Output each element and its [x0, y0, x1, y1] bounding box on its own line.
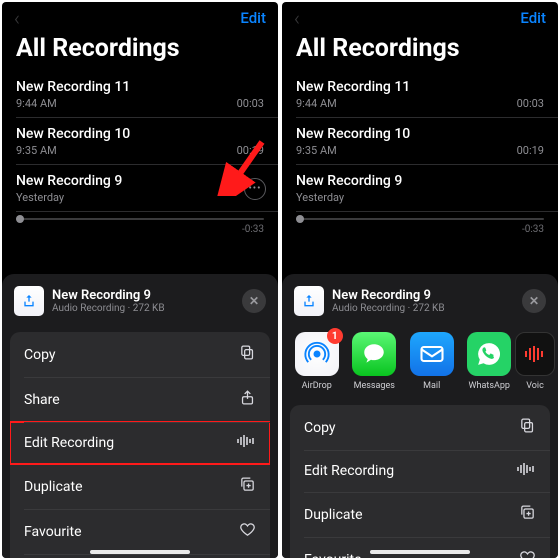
share-sheet: New Recording 9 Audio Recording · 272 KB…	[282, 274, 558, 558]
time-labels: -0:33	[296, 224, 544, 235]
copy-action[interactable]: Copy	[10, 332, 270, 377]
badge: 1	[327, 328, 343, 344]
recording-row[interactable]: New Recording 9 Yesterday •••	[2, 165, 278, 212]
back-icon[interactable]: ‹	[294, 6, 300, 30]
recording-row[interactable]: New Recording 10 9:35 AM 00:19	[2, 118, 278, 165]
playback-scrubber[interactable]: -0:33	[2, 212, 278, 245]
nav-bar: ‹ Edit	[2, 2, 278, 30]
airdrop-icon: 1	[295, 332, 339, 376]
whatsapp-icon	[467, 332, 511, 376]
recording-name: New Recording 11	[16, 79, 264, 95]
mail-app[interactable]: Mail	[409, 332, 455, 391]
messages-app[interactable]: Messages	[352, 332, 398, 391]
sheet-header: New Recording 9 Audio Recording · 272 KB…	[282, 284, 558, 326]
close-icon[interactable]: ✕	[242, 289, 266, 313]
screenshot-right: ‹ Edit All Recordings New Recording 11 9…	[282, 2, 558, 558]
playback-scrubber[interactable]: -0:33	[282, 212, 558, 245]
recording-row[interactable]: New Recording 9 Yesterday	[282, 165, 558, 212]
copy-icon	[239, 344, 256, 365]
sheet-title: New Recording 9	[332, 288, 445, 303]
home-indicator[interactable]	[90, 550, 190, 554]
waveform-icon	[516, 462, 536, 480]
recording-meta: 9:44 AM 00:03	[296, 97, 544, 110]
share-targets-row: 1 AirDrop Messages Mail WhatsA	[282, 326, 558, 399]
recording-name: New Recording 10	[296, 126, 544, 142]
favourite-action[interactable]: Favourite	[10, 509, 270, 554]
edit-button[interactable]: Edit	[520, 9, 546, 27]
waveform-icon	[236, 434, 256, 452]
home-indicator[interactable]	[370, 550, 470, 554]
sheet-title: New Recording 9	[52, 288, 165, 303]
heart-icon	[519, 549, 536, 558]
mail-icon	[410, 332, 454, 376]
action-list: Copy Edit Recording Duplicate Favourite	[290, 405, 550, 558]
copy-action[interactable]: Copy	[290, 405, 550, 450]
recording-meta: 9:35 AM 00:19	[296, 144, 544, 157]
file-icon	[14, 286, 44, 316]
recording-name: New Recording 9	[16, 173, 238, 189]
whatsapp-app[interactable]: WhatsApp	[467, 332, 513, 391]
duplicate-action[interactable]: Duplicate	[10, 464, 270, 509]
recording-name: New Recording 9	[296, 173, 544, 189]
edit-button[interactable]: Edit	[240, 9, 266, 27]
voice-icon	[515, 332, 555, 376]
edit-recording-action[interactable]: Edit Recording	[290, 450, 550, 492]
share-action[interactable]: Share	[10, 377, 270, 422]
duplicate-icon	[239, 476, 256, 497]
recording-meta: Yesterday	[16, 191, 238, 204]
duplicate-icon	[519, 504, 536, 525]
recordings-list: New Recording 11 9:44 AM 00:03 New Recor…	[282, 71, 558, 212]
sheet-subtitle: Audio Recording · 272 KB	[52, 303, 165, 314]
recording-meta: Yesterday	[296, 191, 544, 204]
page-title: All Recordings	[2, 30, 278, 71]
recording-name: New Recording 10	[16, 126, 264, 142]
recording-row[interactable]: New Recording 11 9:44 AM 00:03	[2, 71, 278, 118]
copy-icon	[519, 417, 536, 438]
duplicate-action[interactable]: Duplicate	[290, 492, 550, 537]
messages-icon	[352, 332, 396, 376]
favourite-action[interactable]: Favourite	[290, 537, 550, 558]
recordings-list: New Recording 11 9:44 AM 00:03 New Recor…	[2, 71, 278, 212]
recording-meta: 9:35 AM 00:19	[16, 144, 264, 157]
heart-icon	[239, 521, 256, 542]
recording-row[interactable]: New Recording 11 9:44 AM 00:03	[282, 71, 558, 118]
action-list: Copy Share Edit Recording Duplicate	[10, 332, 270, 558]
sheet-header: New Recording 9 Audio Recording · 272 KB…	[2, 284, 278, 326]
close-icon[interactable]: ✕	[522, 289, 546, 313]
time-labels: -0:33	[16, 224, 264, 235]
recording-meta: 9:44 AM 00:03	[16, 97, 264, 110]
nav-bar: ‹ Edit	[282, 2, 558, 30]
recording-name: New Recording 11	[296, 79, 544, 95]
voice-memos-app[interactable]: Voic	[524, 332, 546, 391]
back-icon[interactable]: ‹	[14, 6, 20, 30]
move-to-folder-action[interactable]: Move to Folder	[10, 554, 270, 558]
edit-recording-action[interactable]: Edit Recording	[10, 422, 270, 464]
screenshot-left: ‹ Edit All Recordings New Recording 11 9…	[2, 2, 278, 558]
share-icon	[239, 389, 256, 410]
file-icon	[294, 286, 324, 316]
action-sheet: New Recording 9 Audio Recording · 272 KB…	[2, 274, 278, 558]
more-icon[interactable]: •••	[244, 178, 266, 200]
sheet-subtitle: Audio Recording · 272 KB	[332, 303, 445, 314]
recording-row[interactable]: New Recording 10 9:35 AM 00:19	[282, 118, 558, 165]
page-title: All Recordings	[282, 30, 558, 71]
airdrop-app[interactable]: 1 AirDrop	[294, 332, 340, 391]
